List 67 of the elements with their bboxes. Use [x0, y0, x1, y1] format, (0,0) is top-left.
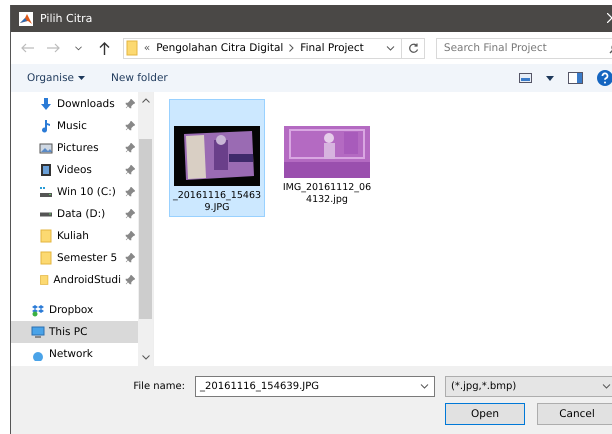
search-placeholder: Search Final Project	[444, 42, 547, 54]
chevron-down-icon	[602, 384, 611, 389]
scrollbar-thumb[interactable]	[139, 139, 152, 319]
organise-menu[interactable]: Organise	[27, 72, 85, 84]
sidebar-item[interactable]: Pictures	[11, 137, 138, 159]
file-item[interactable]: _20161116_15463 9.JPG	[169, 99, 265, 217]
sidebar-item[interactable]: Videos	[11, 159, 138, 181]
chevron-down-icon	[75, 46, 82, 50]
sidebar-item[interactable]: Semester 5	[11, 247, 138, 269]
dropbox-icon	[31, 303, 45, 317]
chevron-down-icon	[420, 384, 429, 389]
film-icon	[39, 163, 53, 177]
sidebar-item[interactable]: Downloads	[11, 93, 138, 115]
sidebar-item[interactable]: Win 10 (C:)	[11, 181, 138, 203]
forward-arrow-icon[interactable]	[46, 43, 60, 53]
sidebar-item[interactable]: This PC	[11, 321, 138, 343]
back-arrow-icon[interactable]	[21, 43, 34, 53]
picture-icon	[39, 141, 53, 155]
caret-icon[interactable]	[546, 76, 554, 80]
file-name-field[interactable]: _20161116_154639.JPG	[195, 376, 435, 397]
sidebar-item[interactable]: Kuliah	[11, 225, 138, 247]
folder-icon	[39, 229, 53, 243]
scroll-up-icon[interactable]	[142, 98, 150, 103]
pin-icon[interactable]	[125, 209, 135, 219]
open-button[interactable]: Open	[445, 403, 525, 425]
caret-icon	[78, 76, 85, 80]
breadcrumb[interactable]: Final Project	[300, 42, 364, 54]
folder-icon	[39, 273, 50, 287]
pin-icon[interactable]	[125, 231, 135, 241]
help-icon[interactable]	[597, 70, 612, 86]
pin-icon[interactable]	[125, 253, 135, 263]
window-title: Pilih Citra	[40, 12, 92, 25]
cancel-button[interactable]: Cancel	[537, 403, 612, 425]
pin-icon[interactable]	[125, 121, 135, 131]
file-name-label: File name:	[133, 381, 185, 392]
folder-icon	[126, 40, 138, 56]
app-logo-icon	[19, 12, 33, 26]
pin-icon[interactable]	[125, 165, 135, 175]
drive-icon	[39, 212, 53, 216]
pin-icon[interactable]	[125, 275, 135, 285]
sidebar-item[interactable]: Network	[11, 343, 138, 365]
scroll-down-icon[interactable]	[142, 355, 150, 360]
pin-icon[interactable]	[125, 187, 135, 197]
folder-icon	[39, 251, 53, 265]
sidebar-item[interactable]: Music	[11, 115, 138, 137]
file-type-dropdown[interactable]: (*.jpg,*.bmp)	[445, 376, 612, 397]
breadcrumb[interactable]: Pengolahan Citra Digital	[156, 42, 284, 54]
download-arrow-icon	[39, 97, 53, 111]
refresh-icon[interactable]	[408, 42, 419, 54]
chevron-right-icon	[289, 44, 294, 52]
music-note-icon	[39, 119, 53, 133]
preview-pane-icon[interactable]	[568, 72, 583, 84]
address-bar[interactable]: « Pengolahan Citra Digital Final Project	[122, 38, 425, 58]
view-options-icon[interactable]	[519, 73, 532, 83]
sidebar-item[interactable]: AndroidStudi	[11, 269, 138, 291]
search-field[interactable]: Search Final Project	[436, 38, 612, 58]
breadcrumb-overflow[interactable]: «	[144, 42, 150, 54]
pin-icon[interactable]	[125, 143, 135, 153]
chevron-down-icon	[386, 46, 395, 50]
up-arrow-icon[interactable]	[98, 42, 110, 54]
pin-icon[interactable]	[125, 99, 135, 109]
sidebar-item[interactable]: Data (D:)	[11, 203, 138, 225]
file-item[interactable]: IMG_20161112_06 4132.jpg	[279, 99, 375, 217]
drive-icon	[39, 185, 53, 199]
computer-icon	[31, 325, 45, 339]
new-folder-button[interactable]: New folder	[111, 72, 168, 84]
sidebar-item[interactable]: Dropbox	[11, 299, 138, 321]
